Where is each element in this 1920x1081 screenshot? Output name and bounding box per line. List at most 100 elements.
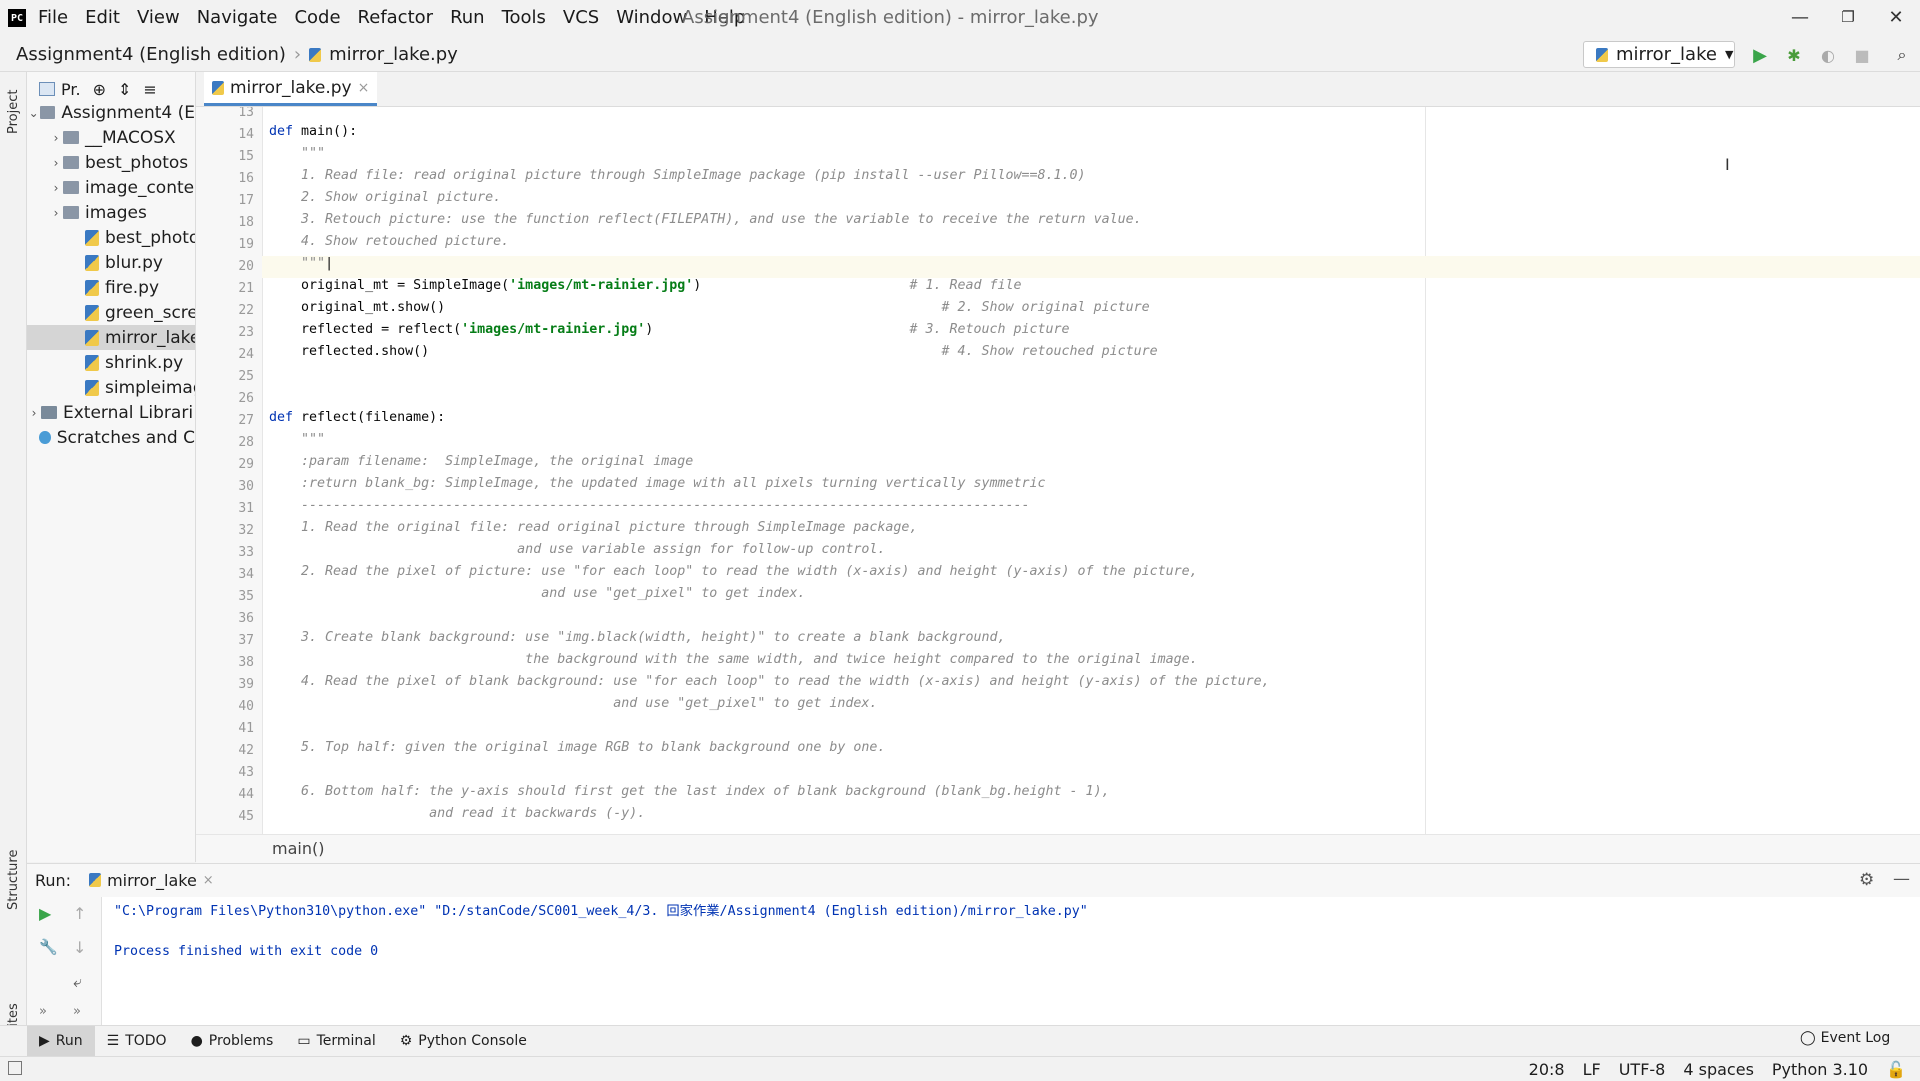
search-everywhere-icon[interactable]: ⌕	[1890, 43, 1914, 67]
code-line[interactable]: def main():	[269, 124, 357, 146]
tree-item[interactable]: › image_conte	[27, 175, 195, 200]
minimize-button[interactable]: —	[1780, 4, 1820, 30]
menu-tools[interactable]: Tools	[502, 7, 546, 28]
rerun-icon[interactable]: ▶	[39, 904, 51, 923]
code-line[interactable]: 6. Bottom half: the y-axis should first …	[269, 784, 1110, 806]
run-with-coverage-icon[interactable]: ◐	[1816, 43, 1840, 67]
tree-item[interactable]: › __MACOSX	[27, 125, 195, 150]
collapse-all-icon[interactable]: ≡	[143, 80, 156, 99]
chevron-right-icon[interactable]: ›	[49, 156, 63, 170]
menu-window[interactable]: Window	[616, 7, 687, 28]
debug-icon[interactable]: ✱	[1782, 43, 1806, 67]
code-line[interactable]: reflected = reflect('images/mt-rainier.j…	[269, 322, 1070, 344]
expand-all-icon[interactable]: ⇕	[118, 80, 131, 99]
scroll-down-icon[interactable]: ↓	[73, 938, 86, 957]
restore-button[interactable]: ❐	[1828, 4, 1868, 30]
tree-item[interactable]: green_scree	[27, 300, 195, 325]
tool-button-problems[interactable]: ● Problems	[179, 1026, 286, 1056]
code-line[interactable]: 3. Retouch picture: use the function ref…	[269, 212, 1142, 234]
lock-icon[interactable]: 🔓	[1886, 1060, 1906, 1079]
tree-item[interactable]: › best_photos	[27, 150, 195, 175]
code-line[interactable]: """	[269, 146, 325, 168]
code-line[interactable]: 3. Create blank background: use "img.bla…	[269, 630, 1005, 652]
code-line[interactable]: original_mt = SimpleImage('images/mt-rai…	[269, 278, 1022, 300]
tool-button-python-console[interactable]: ⚙ Python Console	[388, 1026, 539, 1056]
menu-edit[interactable]: Edit	[85, 7, 120, 28]
run-configuration-dropdown[interactable]: mirror_lake ▼	[1583, 41, 1735, 68]
menu-file[interactable]: File	[38, 7, 68, 28]
soft-wrap-icon[interactable]: ⤶	[73, 972, 82, 992]
more-actions-icon[interactable]: »	[39, 1004, 47, 1019]
code-line[interactable]: and use variable assign for follow-up co…	[269, 542, 885, 564]
tool-button-run[interactable]: ▶ Run	[27, 1026, 95, 1056]
project-view-dropdown[interactable]: Pr.	[61, 80, 81, 99]
function-breadcrumb[interactable]: main()	[272, 839, 324, 858]
stop-icon[interactable]: ■	[1850, 43, 1874, 67]
code-line[interactable]: original_mt.show() # 2. Show original pi…	[269, 300, 1150, 322]
code-line[interactable]: def reflect(filename):	[269, 410, 445, 432]
tree-item[interactable]: fire.py	[27, 275, 195, 300]
menu-navigate[interactable]: Navigate	[197, 7, 278, 28]
code-line[interactable]: ----------------------------------------…	[269, 498, 1030, 520]
tree-item[interactable]: Scratches and C	[27, 425, 195, 450]
breadcrumb-file[interactable]: mirror_lake.py	[329, 44, 458, 65]
close-window-button[interactable]: ✕	[1876, 4, 1916, 30]
run-console-output[interactable]: "C:\Program Files\Python310\python.exe" …	[101, 897, 1920, 1025]
code-line[interactable]: and use "get_pixel" to get index.	[269, 696, 877, 718]
menu-refactor[interactable]: Refactor	[358, 7, 434, 28]
tree-item[interactable]: › images	[27, 200, 195, 225]
run-tab-mirror-lake[interactable]: mirror_lake ×	[89, 871, 214, 890]
menu-code[interactable]: Code	[294, 7, 340, 28]
editor-tab-mirror-lake[interactable]: mirror_lake.py ×	[204, 72, 378, 106]
menu-vcs[interactable]: VCS	[563, 7, 599, 28]
hide-panel-icon[interactable]: —	[1893, 869, 1910, 889]
more-actions-icon-2[interactable]: »	[73, 1004, 81, 1019]
chevron-right-icon[interactable]: ›	[49, 181, 63, 195]
chevron-down-icon[interactable]: ⌄	[27, 106, 40, 120]
tool-button-terminal[interactable]: ▭ Terminal	[285, 1026, 387, 1056]
code-line[interactable]: 2. Show original picture.	[269, 190, 501, 212]
tree-item[interactable]: mirror_lake.	[27, 325, 195, 350]
code-line[interactable]: 1. Read file: read original picture thro…	[269, 168, 1086, 190]
python-interpreter[interactable]: Python 3.10	[1772, 1060, 1868, 1079]
wrench-icon[interactable]: 🔧	[39, 938, 58, 956]
event-log-button[interactable]: ◯ Event Log	[1800, 1030, 1890, 1046]
indent-setting[interactable]: 4 spaces	[1683, 1060, 1754, 1079]
tree-item[interactable]: › External Librari	[27, 400, 195, 425]
code-line[interactable]: """|	[262, 256, 1920, 278]
scroll-up-icon[interactable]: ↑	[73, 904, 86, 923]
tree-item[interactable]: shrink.py	[27, 350, 195, 375]
code-line[interactable]: 5. Top half: given the original image RG…	[269, 740, 885, 762]
code-line[interactable]: """	[269, 432, 325, 454]
run-icon[interactable]: ▶	[1748, 43, 1772, 67]
code-line[interactable]: 4. Read the pixel of blank background: u…	[269, 674, 1270, 696]
cursor-position[interactable]: 20:8	[1529, 1060, 1565, 1079]
code-line[interactable]: 2. Read the pixel of picture: use "for e…	[269, 564, 1198, 586]
file-encoding[interactable]: UTF-8	[1619, 1060, 1666, 1079]
code-line[interactable]: 1. Read the original file: read original…	[269, 520, 917, 542]
tree-item[interactable]: simpleimage	[27, 375, 195, 400]
settings-gear-icon[interactable]: ⚙	[1859, 870, 1874, 890]
code-line[interactable]: the background with the same width, and …	[269, 652, 1197, 674]
code-line[interactable]: and read it backwards (-y).	[269, 806, 645, 828]
menu-run[interactable]: Run	[450, 7, 485, 28]
tree-item[interactable]: ⌄ Assignment4 (E	[27, 100, 195, 125]
code-line[interactable]: reflected.show() # 4. Show retouched pic…	[269, 344, 1158, 366]
chevron-right-icon[interactable]: ›	[49, 206, 63, 220]
tree-item[interactable]: best_photos	[27, 225, 195, 250]
code-line[interactable]: :param filename: SimpleImage, the origin…	[269, 454, 693, 476]
locate-file-icon[interactable]: ⊕	[93, 80, 106, 99]
project-tool-tab[interactable]: Project	[6, 90, 21, 134]
close-run-tab-icon[interactable]: ×	[203, 873, 214, 888]
tree-item[interactable]: blur.py	[27, 250, 195, 275]
chevron-right-icon[interactable]: ›	[27, 406, 41, 420]
breadcrumb-project[interactable]: Assignment4 (English edition)	[16, 44, 286, 65]
chevron-right-icon[interactable]: ›	[49, 131, 63, 145]
code-line[interactable]: :return blank_bg: SimpleImage, the updat…	[269, 476, 1046, 498]
structure-tool-tab[interactable]: Structure	[6, 850, 21, 910]
tool-button-todo[interactable]: ☰ TODO	[95, 1026, 179, 1056]
close-tab-icon[interactable]: ×	[358, 80, 370, 96]
code-line[interactable]: and use "get_pixel" to get index.	[269, 586, 805, 608]
menu-view[interactable]: View	[137, 7, 180, 28]
toggle-tool-windows-icon[interactable]	[8, 1061, 22, 1075]
